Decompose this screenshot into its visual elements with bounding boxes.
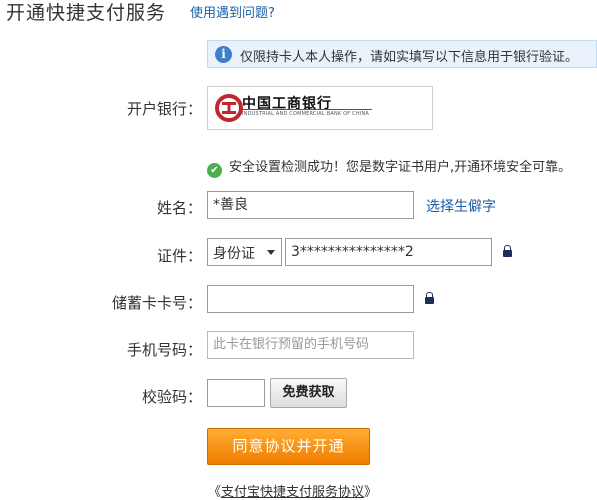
verification-code-field[interactable] — [207, 379, 265, 407]
verification-code-label: 校验码： — [141, 388, 202, 406]
info-icon: i — [215, 46, 232, 63]
bank-display: 中国工商银行 INDUSTRIAL AND COMMERCIAL BANK OF… — [207, 86, 433, 130]
bank-name: 中国工商银行 — [242, 96, 332, 112]
id-type-select[interactable]: 身份证 — [207, 238, 282, 266]
phone-label: 手机号码： — [126, 341, 202, 359]
name-label: 姓名： — [156, 199, 202, 217]
lock-icon — [425, 292, 434, 304]
check-circle-icon: ✔ — [207, 163, 222, 178]
agreement-prefix: 《 — [208, 485, 222, 500]
service-agreement-link[interactable]: 支付宝快捷支付服务协议 — [221, 485, 364, 500]
lock-icon — [503, 245, 512, 257]
rare-character-link[interactable]: 选择生僻字 — [426, 196, 496, 216]
security-status: ✔ 安全设置检测成功！您是数字证书用户,开通环境安全可靠。 — [207, 156, 571, 178]
bank-name-en: INDUSTRIAL AND COMMERCIAL BANK OF CHINA — [242, 111, 370, 117]
notice-text: 仅限持卡人本人操作，请如实填写以下信息用于银行验证。 — [240, 50, 579, 65]
id-type-value: 身份证 — [213, 246, 255, 262]
bank-label: 开户银行： — [126, 100, 202, 118]
page-title: 开通快捷支付服务 — [6, 2, 167, 24]
chevron-down-icon — [267, 250, 275, 255]
help-link[interactable]: 使用遇到问题? — [190, 2, 275, 21]
agreement-suffix: 》 — [364, 485, 378, 500]
icbc-logo-icon — [215, 94, 243, 122]
name-field[interactable]: *善良 — [207, 191, 414, 219]
card-number-field[interactable] — [207, 285, 414, 313]
security-status-text: 安全设置检测成功！您是数字证书用户,开通环境安全可靠。 — [229, 160, 572, 175]
agree-and-activate-button[interactable]: 同意协议并开通 — [207, 428, 370, 465]
get-code-button[interactable]: 免费获取 — [270, 378, 347, 408]
phone-field[interactable]: 此卡在银行预留的手机号码 — [207, 331, 414, 359]
id-number-field[interactable]: 3***************2 — [285, 238, 492, 266]
agreement-line: 《支付宝快捷支付服务协议》 — [208, 481, 377, 500]
id-label: 证件： — [156, 247, 202, 265]
bank-logo-divider — [242, 109, 372, 110]
verification-notice: i 仅限持卡人本人操作，请如实填写以下信息用于银行验证。 — [207, 40, 597, 68]
card-number-label: 储蓄卡卡号： — [111, 294, 202, 312]
